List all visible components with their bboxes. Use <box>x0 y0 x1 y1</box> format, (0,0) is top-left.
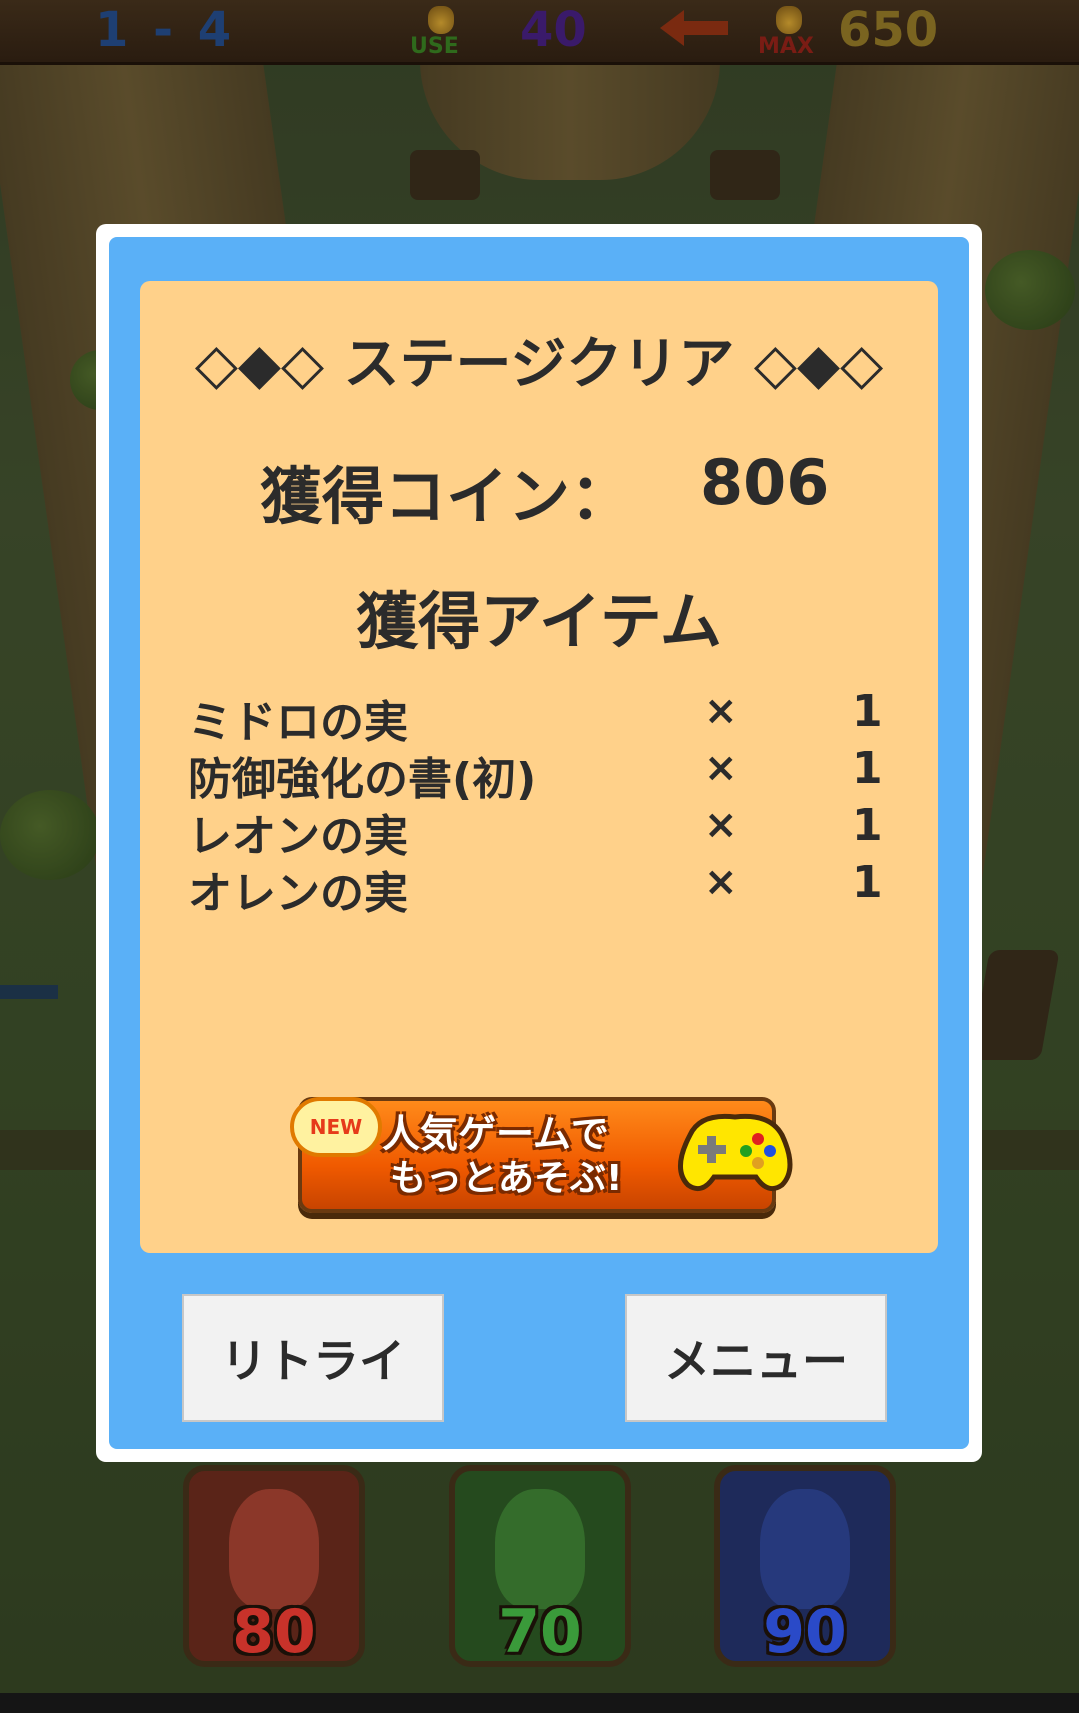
multiply-sign: × <box>704 745 738 791</box>
retry-button[interactable]: リトライ <box>182 1294 444 1422</box>
item-count: 1 <box>852 686 883 737</box>
stage-number: 1 - 4 <box>95 2 236 58</box>
item-name: 防御強化の書(初) <box>188 754 537 805</box>
item-count: 1 <box>852 800 883 851</box>
stage-clear-dialog: ◇◆◇ ステージクリア ◇◆◇ 獲得コイン： 806 獲得アイテム ミドロの実 … <box>96 224 982 1462</box>
unit-cost: 80 <box>232 1597 316 1667</box>
item-name: オレンの実 <box>188 868 408 919</box>
coin-label: 獲得コイン： <box>260 460 633 533</box>
item-name: レオンの実 <box>188 811 408 862</box>
game-screen: 1 - 4 USE 40 MAX 650 ◇◆◇ ステージクリア ◇◆◇ 獲得コ… <box>0 0 1079 1713</box>
bottom-bar <box>0 1693 1079 1713</box>
item-name: ミドロの実 <box>188 697 408 748</box>
coin-value: 806 <box>700 446 830 519</box>
gamepad-icon <box>678 1113 793 1192</box>
item-row: オレンの実 × 1 <box>188 857 908 919</box>
item-count: 1 <box>852 743 883 794</box>
top-hud: 1 - 4 USE 40 MAX 650 <box>0 0 1079 65</box>
unit-cost: 90 <box>763 1597 847 1667</box>
critter-icon <box>495 1489 585 1609</box>
use-value: 40 <box>520 2 587 58</box>
critter-icon <box>229 1489 319 1609</box>
item-count: 1 <box>852 857 883 908</box>
unit-cost: 70 <box>498 1597 582 1667</box>
unit-card-green[interactable]: 70 <box>449 1465 631 1667</box>
new-badge: NEW <box>290 1097 382 1157</box>
unit-card-red[interactable]: 80 <box>183 1465 365 1667</box>
item-row: レオンの実 × 1 <box>188 800 908 862</box>
pineapple-icon <box>776 6 802 34</box>
use-label: USE <box>410 34 459 59</box>
banner-line-2: もっとあそぶ! <box>390 1158 623 1199</box>
multiply-sign: × <box>704 688 738 734</box>
unit-card-blue[interactable]: 90 <box>714 1465 896 1667</box>
items-heading: 獲得アイテム <box>356 585 722 658</box>
critter-icon <box>760 1489 850 1609</box>
max-value: 650 <box>838 2 939 58</box>
item-row: ミドロの実 × 1 <box>188 686 908 748</box>
more-games-banner[interactable]: NEW 人気ゲームで もっとあそぶ! <box>290 1091 808 1215</box>
arrow-left-icon <box>660 10 728 46</box>
multiply-sign: × <box>704 802 738 848</box>
menu-button[interactable]: メニュー <box>625 1294 887 1422</box>
result-panel: ◇◆◇ ステージクリア ◇◆◇ 獲得コイン： 806 獲得アイテム ミドロの実 … <box>140 281 938 1253</box>
dialog-title: ◇◆◇ ステージクリア ◇◆◇ <box>194 332 884 397</box>
multiply-sign: × <box>704 859 738 905</box>
item-row: 防御強化の書(初) × 1 <box>188 743 908 805</box>
dialog-frame: ◇◆◇ ステージクリア ◇◆◇ 獲得コイン： 806 獲得アイテム ミドロの実 … <box>109 237 969 1449</box>
pineapple-icon <box>428 6 454 34</box>
max-label: MAX <box>758 34 814 59</box>
